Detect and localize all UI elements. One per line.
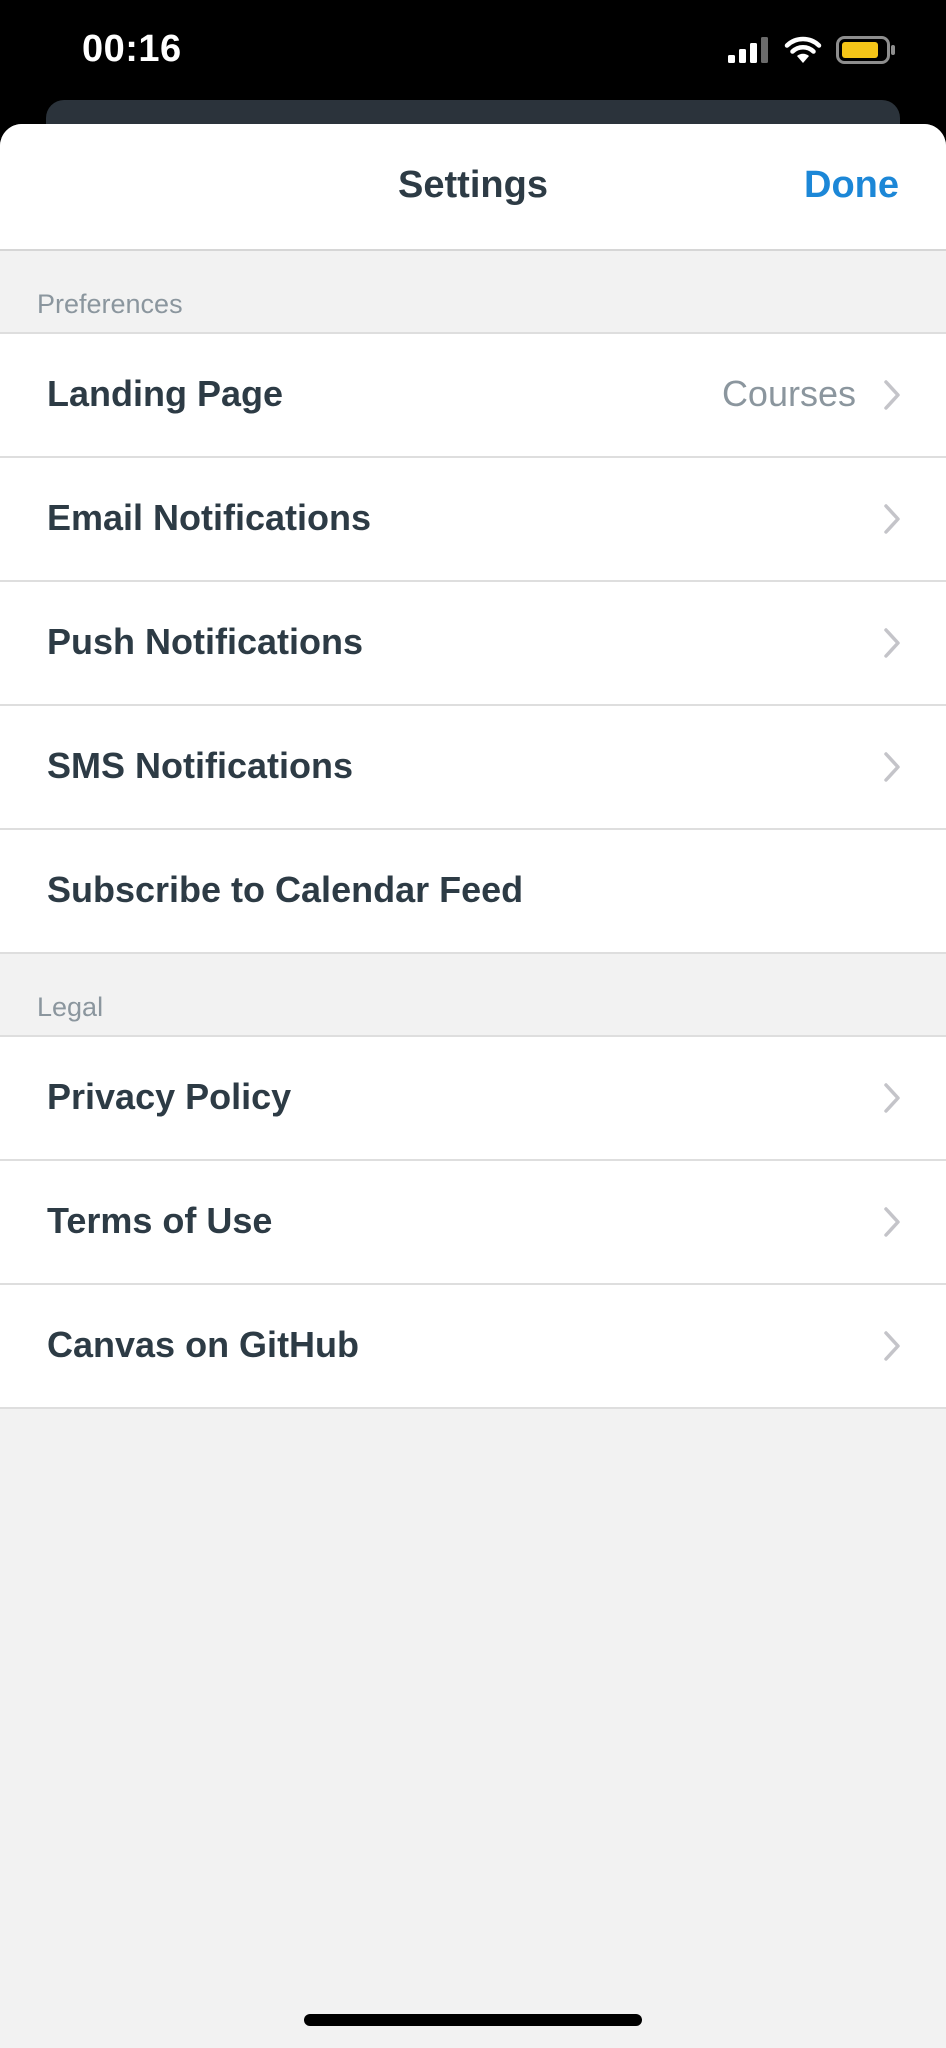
push-notifications-row[interactable]: Push Notifications — [0, 582, 946, 706]
email-notifications-row[interactable]: Email Notifications — [0, 458, 946, 582]
row-label: Landing Page — [47, 373, 284, 414]
home-indicator[interactable] — [304, 2014, 642, 2026]
section-header-preferences: Preferences — [0, 251, 946, 334]
battery-icon — [836, 36, 895, 64]
row-label: SMS Notifications — [47, 745, 354, 786]
chevron-right-icon — [884, 504, 900, 534]
status-bar: 00:16 — [0, 0, 946, 100]
row-label: Canvas on GitHub — [47, 1324, 360, 1365]
cellular-signal-icon — [728, 37, 768, 63]
landing-page-row[interactable]: Landing Page Courses — [0, 334, 946, 458]
chevron-right-icon — [884, 628, 900, 658]
wifi-icon — [784, 36, 822, 63]
chevron-right-icon — [884, 1207, 900, 1237]
chevron-right-icon — [884, 752, 900, 782]
privacy-policy-row[interactable]: Privacy Policy — [0, 1037, 946, 1161]
nav-bar: Settings Done — [0, 124, 946, 251]
chevron-right-icon — [884, 1083, 900, 1113]
canvas-on-github-row[interactable]: Canvas on GitHub — [0, 1285, 946, 1409]
chevron-right-icon — [884, 1331, 900, 1361]
row-label: Email Notifications — [47, 497, 372, 538]
row-label: Subscribe to Calendar Feed — [47, 869, 524, 910]
terms-of-use-row[interactable]: Terms of Use — [0, 1161, 946, 1285]
status-icons — [728, 36, 896, 64]
row-label: Privacy Policy — [47, 1076, 292, 1117]
sms-notifications-row[interactable]: SMS Notifications — [0, 706, 946, 830]
section-header-legal: Legal — [0, 954, 946, 1037]
settings-sheet: Settings Done Preferences Landing Page C… — [0, 124, 946, 2048]
row-label: Push Notifications — [47, 621, 364, 662]
chevron-right-icon — [884, 380, 900, 410]
done-button[interactable]: Done — [804, 164, 899, 207]
subscribe-calendar-feed-row[interactable]: Subscribe to Calendar Feed — [0, 830, 946, 954]
status-time: 00:16 — [82, 28, 182, 70]
row-value: Courses — [721, 373, 856, 414]
row-label: Terms of Use — [47, 1200, 273, 1241]
